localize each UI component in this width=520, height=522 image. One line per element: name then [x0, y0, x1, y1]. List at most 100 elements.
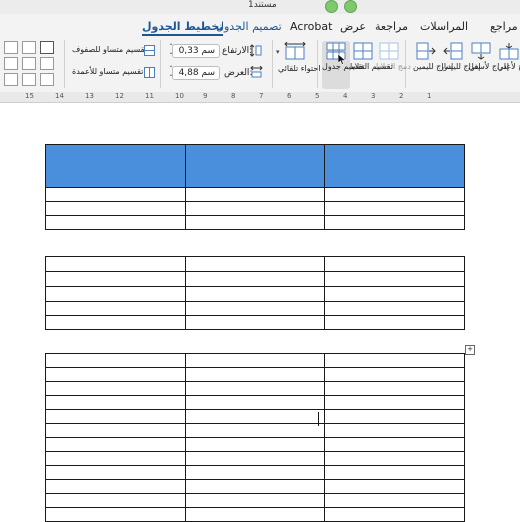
table-cell[interactable] [45, 286, 186, 302]
align-bottom-left-icon[interactable] [4, 73, 18, 86]
tab-acrobat[interactable]: Acrobat [290, 20, 332, 33]
table-cell[interactable] [184, 479, 326, 494]
table-cell[interactable] [45, 423, 186, 438]
table-cell[interactable] [45, 507, 186, 522]
table-cell[interactable] [184, 381, 326, 396]
align-top-left-icon[interactable] [4, 41, 18, 54]
window-minimize-button[interactable] [344, 0, 357, 13]
table-cell[interactable] [324, 256, 465, 272]
insert-right-button[interactable]: إدراج لليمين [413, 42, 453, 88]
table-row[interactable] [45, 381, 465, 396]
tab-references[interactable]: مراجع [490, 20, 518, 33]
table-cell[interactable] [184, 315, 326, 330]
table-row[interactable] [45, 395, 465, 410]
table-cell[interactable] [324, 451, 465, 466]
table-cell[interactable] [324, 187, 465, 202]
table-cell[interactable] [184, 493, 326, 508]
table-row[interactable] [45, 367, 465, 382]
table-cell[interactable] [45, 256, 186, 272]
tab-mailings[interactable]: المراسلات [420, 20, 468, 33]
table-row[interactable] [45, 479, 465, 494]
height-field[interactable]: 0,33 سم [172, 44, 220, 58]
width-stepper[interactable]: ⌃ ⌄ [166, 66, 176, 80]
table-row[interactable] [45, 315, 465, 330]
table-cell[interactable] [324, 423, 465, 438]
autofit-button[interactable]: احتواء تلقائي [278, 42, 321, 88]
table-cell[interactable] [45, 493, 186, 508]
table-cell[interactable] [184, 507, 326, 522]
table-cell[interactable] [324, 286, 465, 302]
table-cell[interactable] [324, 381, 465, 396]
table-row[interactable] [45, 256, 465, 272]
table-2[interactable] [45, 256, 465, 330]
table-header-row[interactable] [45, 144, 465, 188]
table-1[interactable] [45, 144, 465, 230]
align-middle-left-icon[interactable] [4, 57, 18, 70]
table-cell[interactable] [324, 367, 465, 382]
width-field[interactable]: 4,88 سم [172, 66, 220, 80]
table-cell[interactable] [324, 493, 465, 508]
table-cell[interactable] [184, 367, 326, 382]
table-row[interactable] [45, 187, 465, 202]
table-cell[interactable] [45, 144, 186, 188]
align-top-right-icon[interactable] [40, 41, 54, 54]
table-cell[interactable] [324, 507, 465, 522]
table-row[interactable] [45, 215, 465, 230]
table-cell[interactable] [324, 465, 465, 480]
table-cell[interactable] [184, 437, 326, 452]
table-cell[interactable] [324, 215, 465, 230]
table-cell[interactable] [184, 395, 326, 410]
distribute-rows-button[interactable]: تقسيم متساو للصفوف [72, 44, 156, 58]
table-move-handle-icon[interactable]: + [465, 345, 475, 355]
document-page[interactable] [0, 103, 520, 522]
table-cell[interactable] [184, 286, 326, 302]
table-row[interactable] [45, 507, 465, 522]
table-cell[interactable] [45, 437, 186, 452]
table-cell[interactable] [45, 367, 186, 382]
table-cell[interactable] [184, 451, 326, 466]
align-middle-right-icon[interactable] [40, 57, 54, 70]
table-cell[interactable] [184, 423, 326, 438]
table-cell[interactable] [45, 215, 186, 230]
table-row[interactable] [45, 423, 465, 438]
height-stepper[interactable]: ⌃ ⌄ [166, 44, 176, 58]
table-row[interactable] [45, 437, 465, 452]
table-cell[interactable] [45, 465, 186, 480]
table-cell[interactable] [184, 215, 326, 230]
table-cell[interactable] [45, 451, 186, 466]
table-cell[interactable] [324, 315, 465, 330]
tab-table-layout[interactable]: تخطيط الجدول [142, 20, 224, 36]
table-row[interactable] [45, 493, 465, 508]
table-cell[interactable] [45, 479, 186, 494]
table-cell[interactable] [184, 144, 326, 188]
table-cell[interactable] [324, 479, 465, 494]
table-row[interactable] [45, 286, 465, 302]
table-cell[interactable] [184, 201, 326, 216]
align-top-center-icon[interactable] [22, 41, 36, 54]
align-bottom-right-icon[interactable] [40, 73, 54, 86]
table-row[interactable] [45, 451, 465, 466]
table-cell[interactable] [324, 201, 465, 216]
horizontal-ruler[interactable]: 15 14 13 12 11 10 9 8 7 6 5 4 3 2 1 [0, 92, 520, 103]
table-cell[interactable] [324, 144, 465, 188]
autofit-chevron-down-icon[interactable]: ▾ [276, 48, 280, 56]
tab-view[interactable]: عرض [340, 20, 366, 33]
table-cell[interactable] [324, 301, 465, 316]
distribute-columns-button[interactable]: تقسيم متساو للأعمدة [72, 66, 156, 80]
table-cell[interactable] [45, 381, 186, 396]
align-middle-center-icon[interactable] [22, 57, 36, 70]
align-bottom-center-icon[interactable] [22, 73, 36, 86]
table-3[interactable] [45, 353, 465, 522]
table-cell[interactable] [184, 301, 326, 316]
table-cell[interactable] [184, 256, 326, 272]
table-cell[interactable] [45, 409, 186, 424]
table-cell[interactable] [184, 465, 326, 480]
table-cell[interactable] [184, 353, 326, 368]
table-row[interactable] [45, 353, 465, 368]
tab-review[interactable]: مراجعة [375, 20, 408, 33]
table-row[interactable] [45, 409, 465, 424]
table-row[interactable] [45, 301, 465, 316]
table-cell[interactable] [45, 353, 186, 368]
table-row[interactable] [45, 465, 465, 480]
table-cell[interactable] [184, 409, 326, 424]
